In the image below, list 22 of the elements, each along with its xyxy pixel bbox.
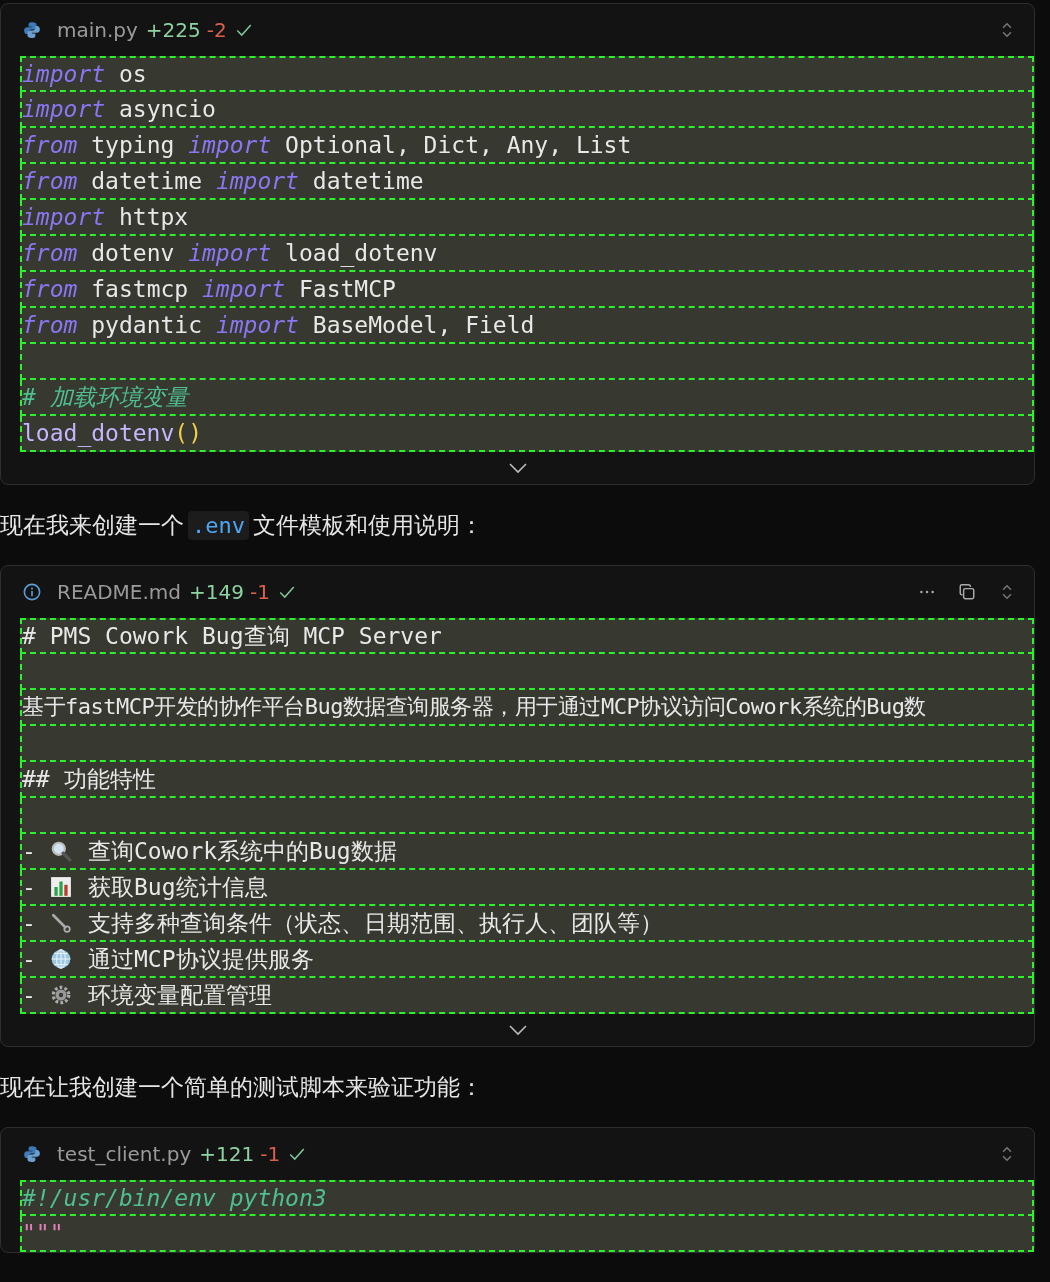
chevron-down-icon[interactable]	[507, 462, 528, 474]
copy-icon[interactable]	[958, 583, 976, 601]
bar-chart-icon	[50, 876, 72, 898]
magnifier-icon	[50, 840, 72, 862]
chevron-down-icon[interactable]	[507, 1024, 528, 1036]
added-count: +149	[189, 580, 244, 604]
python-file-icon	[23, 1145, 41, 1163]
file-name[interactable]: test_client.py	[57, 1142, 192, 1166]
message-text: 现在我来创建一个 .env 文件模板和使用说明：	[0, 509, 484, 542]
globe-icon	[50, 948, 72, 970]
file-name[interactable]: main.py	[57, 18, 138, 42]
file-name[interactable]: README.md	[57, 580, 182, 604]
removed-count: -1	[250, 580, 270, 604]
gear-icon	[50, 984, 72, 1006]
python-file-icon	[23, 21, 41, 39]
added-count: +225	[145, 18, 201, 42]
wrench-icon	[50, 912, 72, 934]
info-icon	[23, 583, 41, 601]
message-text: 现在让我创建一个简单的测试脚本来验证功能：	[0, 1072, 484, 1102]
added-count: +121	[199, 1142, 255, 1166]
removed-count: -2	[206, 18, 227, 42]
removed-count: -1	[260, 1142, 281, 1166]
